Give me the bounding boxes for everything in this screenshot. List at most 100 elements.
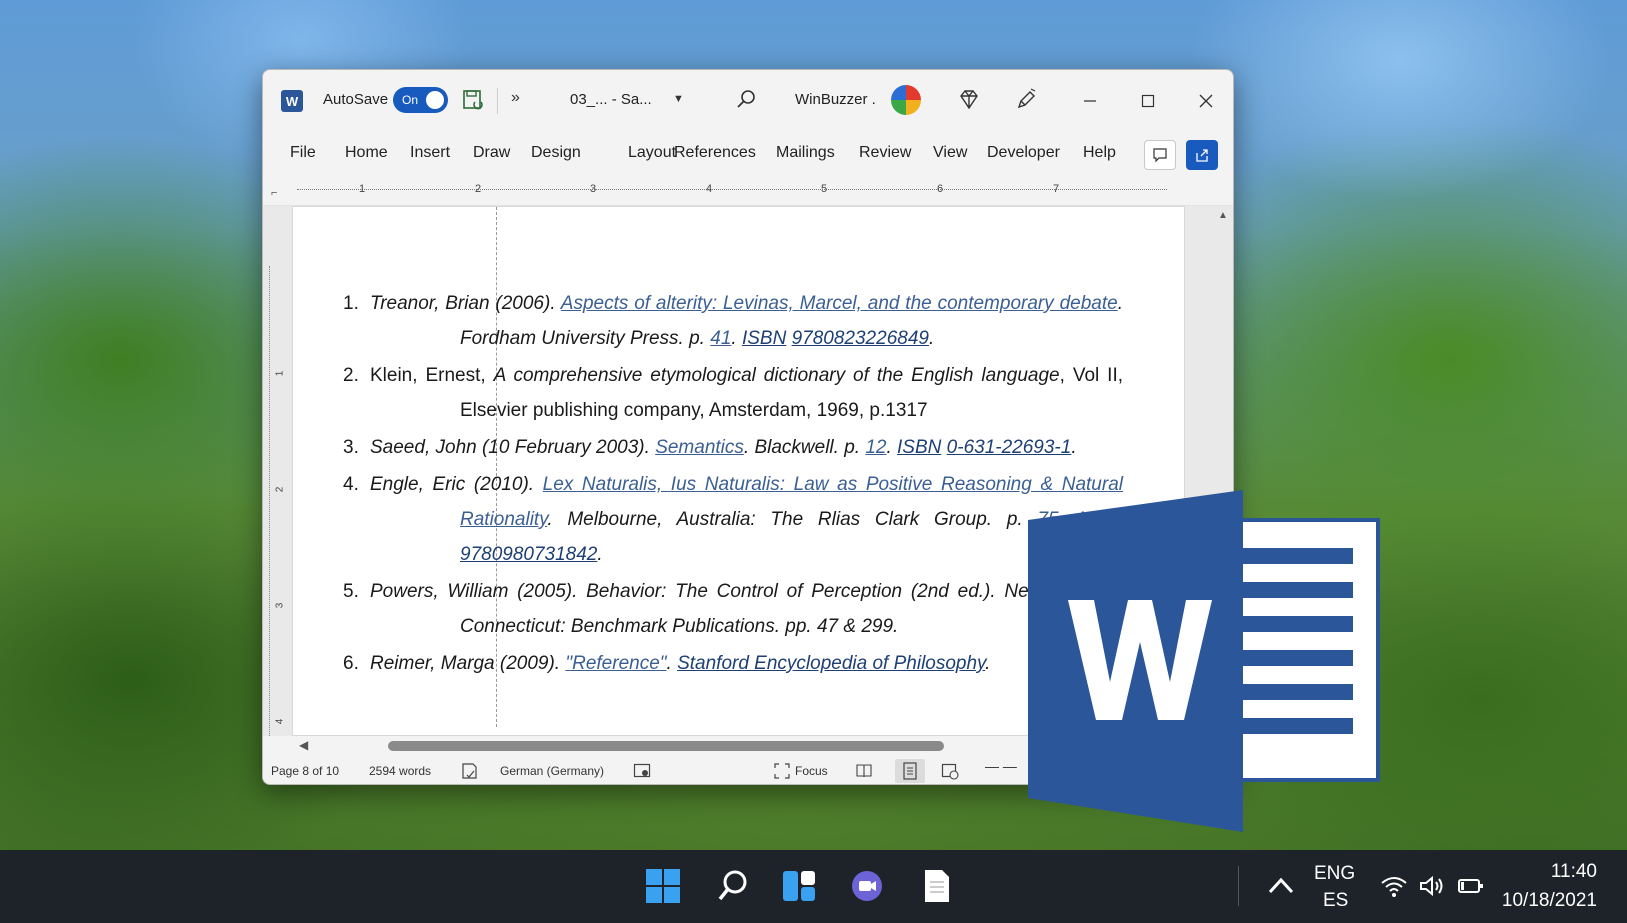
- wifi-icon[interactable]: [1380, 874, 1408, 898]
- tab-layout[interactable]: Layout: [628, 144, 676, 162]
- ruler-number: 3: [590, 183, 597, 195]
- reference-link[interactable]: ISBN: [742, 328, 786, 349]
- vruler-number: 3: [274, 602, 286, 609]
- reference-number: 5.: [343, 581, 359, 602]
- tab-design[interactable]: Design: [531, 144, 581, 162]
- language-indicator[interactable]: German (Germany): [500, 764, 604, 778]
- tab-developer[interactable]: Developer: [987, 144, 1060, 162]
- save-icon[interactable]: [461, 88, 485, 112]
- minimize-button[interactable]: [1073, 84, 1107, 118]
- reference-item: 2. Klein, Ernest, A comprehensive etymolo…: [343, 358, 1123, 428]
- reference-text: .: [886, 437, 898, 458]
- reference-link[interactable]: 41: [710, 328, 731, 349]
- ruler-number: 4: [706, 183, 713, 195]
- scroll-left-arrow[interactable]: ◀: [299, 738, 308, 752]
- search-icon: [718, 870, 747, 901]
- page-count[interactable]: Page 8 of 10: [271, 764, 339, 778]
- reference-text: .: [928, 328, 935, 349]
- chevron-down-icon[interactable]: ▼: [673, 93, 684, 105]
- widgets-button[interactable]: [779, 866, 819, 906]
- reference-text: .: [731, 328, 742, 349]
- reference-link[interactable]: ISBN: [897, 437, 941, 458]
- word-app-icon[interactable]: W: [281, 90, 303, 112]
- scroll-up-arrow[interactable]: ▲: [1218, 210, 1228, 221]
- close-button[interactable]: [1189, 84, 1223, 118]
- reference-text: Treanor, Brian (2006).: [370, 293, 561, 314]
- autosave-toggle[interactable]: On: [393, 87, 448, 113]
- read-mode-icon[interactable]: [855, 762, 873, 780]
- reference-link[interactable]: 0-631-22693-1: [947, 437, 1072, 458]
- word-logo: [1028, 490, 1380, 832]
- tab-home[interactable]: Home: [345, 144, 388, 162]
- taskbar-search-button[interactable]: [713, 866, 753, 906]
- reference-link[interactable]: Stanford Encyclopedia of Philosophy: [677, 653, 985, 674]
- macro-record-icon[interactable]: [633, 762, 651, 780]
- reference-link[interactable]: Aspects of alterity: Levinas, Marcel, an…: [561, 293, 1118, 314]
- zoom-slider[interactable]: — —: [985, 758, 1017, 774]
- reference-text: Klein, Ernest,: [370, 365, 494, 386]
- search-icon[interactable]: [733, 87, 759, 113]
- tab-view[interactable]: View: [933, 144, 967, 162]
- maximize-button[interactable]: [1131, 84, 1165, 118]
- reference-item: 1. Treanor, Brian (2006). Aspects of alte…: [343, 286, 1123, 356]
- vruler-number: 4: [274, 718, 286, 725]
- word-count[interactable]: 2594 words: [369, 764, 431, 778]
- focus-icon[interactable]: [773, 762, 791, 780]
- tab-selector[interactable]: ⌐: [271, 187, 277, 199]
- volume-icon[interactable]: [1418, 874, 1446, 898]
- pen-icon[interactable]: [1013, 87, 1039, 113]
- share-button[interactable]: [1186, 140, 1218, 170]
- ruler-number: 5: [821, 183, 828, 195]
- reference-link[interactable]: 12: [865, 437, 886, 458]
- autosave-label: AutoSave: [323, 91, 389, 108]
- teams-chat-button[interactable]: [848, 866, 888, 906]
- tab-help[interactable]: Help: [1083, 144, 1116, 162]
- more-commands-button[interactable]: »: [511, 89, 520, 107]
- minimize-icon: [1084, 100, 1096, 102]
- reference-link[interactable]: 9780823226849: [792, 328, 929, 349]
- reference-number: 1.: [343, 293, 359, 314]
- reference-link[interactable]: 9780980731842: [460, 544, 597, 565]
- notepad-icon: [925, 870, 949, 902]
- reference-item: 3. Saeed, John (10 February 2003). Semant…: [343, 430, 1123, 465]
- chevron-up-icon[interactable]: [1266, 872, 1296, 900]
- input-language[interactable]: ENG: [1314, 863, 1355, 885]
- tab-review[interactable]: Review: [859, 144, 911, 162]
- reference-link[interactable]: "Reference": [565, 653, 666, 674]
- diamond-icon[interactable]: [956, 87, 982, 113]
- tab-insert[interactable]: Insert: [410, 144, 450, 162]
- tab-draw[interactable]: Draw: [473, 144, 510, 162]
- horizontal-ruler[interactable]: ⌐ 1 2 3 4 5 6 7: [263, 176, 1233, 206]
- tab-file[interactable]: File: [290, 144, 316, 162]
- print-layout-button[interactable]: [895, 759, 925, 783]
- document-title[interactable]: 03_... - Sa...: [570, 91, 652, 108]
- scrollbar-thumb[interactable]: [388, 741, 944, 751]
- comments-button[interactable]: [1144, 140, 1176, 170]
- widgets-icon: [783, 871, 815, 901]
- focus-button[interactable]: Focus: [795, 764, 828, 778]
- user-name[interactable]: WinBuzzer .: [795, 91, 876, 108]
- reference-text: . Blackwell. p.: [743, 437, 866, 458]
- reference-item: 6. Reimer, Marga (2009). "Reference". Sta…: [343, 646, 1123, 681]
- close-icon: [1199, 94, 1213, 108]
- reference-item: 5. Powers, William (2005). Behavior: The …: [343, 574, 1123, 644]
- reference-item: 4. Engle, Eric (2010). Lex Naturalis, Ius…: [343, 467, 1123, 572]
- keyboard-layout[interactable]: ES: [1323, 890, 1348, 912]
- proofing-icon[interactable]: [461, 762, 479, 780]
- comment-icon: [1153, 148, 1167, 163]
- reference-number: 3.: [343, 437, 359, 458]
- toggle-knob: [426, 91, 444, 109]
- clock-date[interactable]: 10/18/2021: [1502, 890, 1597, 912]
- tab-mailings[interactable]: Mailings: [776, 144, 835, 162]
- titlebar-separator: [497, 88, 498, 114]
- start-button[interactable]: [643, 866, 683, 906]
- tab-references[interactable]: References: [674, 144, 756, 162]
- web-layout-icon[interactable]: [941, 762, 959, 780]
- battery-icon[interactable]: [1457, 876, 1485, 896]
- avatar[interactable]: [891, 85, 921, 115]
- notepad-button[interactable]: [917, 866, 957, 906]
- reference-text: Powers, William (2005). Behavior: The Co…: [370, 581, 1123, 637]
- clock-time[interactable]: 11:40: [1551, 861, 1597, 883]
- autosave-state: On: [402, 93, 419, 107]
- reference-link[interactable]: Semantics: [655, 437, 744, 458]
